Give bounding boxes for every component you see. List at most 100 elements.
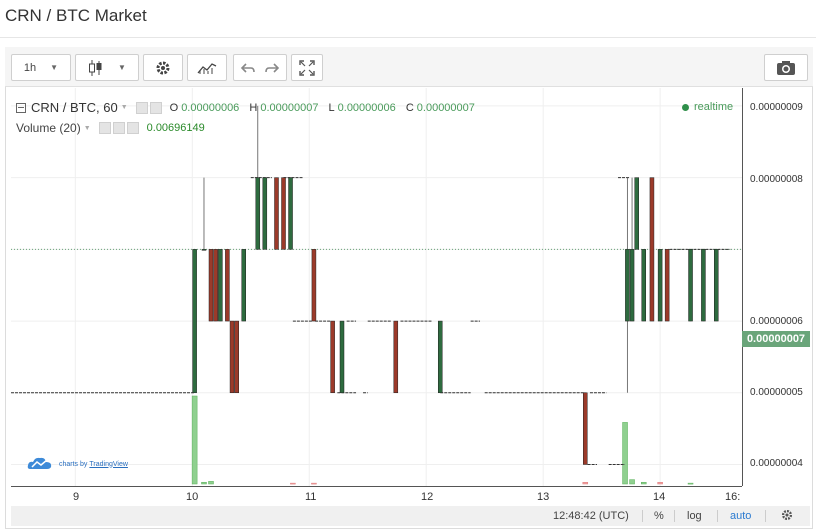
candle-body-down — [649, 177, 655, 322]
candle-body-up — [634, 177, 639, 250]
candle-body-down — [583, 392, 588, 465]
volume-bar — [201, 481, 207, 485]
candle-body-down — [229, 320, 235, 394]
candle-body-down — [281, 177, 286, 250]
volume-legend-actions — [98, 122, 139, 134]
price-tick-label: 0.00000004 — [750, 458, 803, 469]
chevron-down-icon: ▼ — [50, 63, 59, 72]
undo-icon[interactable] — [240, 62, 256, 74]
realtime-indicator: realtime — [682, 101, 733, 113]
high-label: H — [249, 101, 258, 114]
open-label: O — [169, 101, 179, 114]
chart-toolbar: 1h ▼ ▼ — [5, 47, 813, 87]
volume-bar — [622, 422, 628, 485]
candle-body-up — [255, 177, 261, 250]
chevron-down-icon[interactable]: ▼ — [121, 104, 128, 111]
time-tick-label: 10 — [186, 491, 199, 503]
settings-icon[interactable] — [112, 122, 125, 134]
eye-icon[interactable] — [135, 101, 148, 114]
time-tick-label: 12 — [421, 491, 434, 503]
candle-body-down — [311, 249, 317, 322]
redo-icon[interactable] — [264, 62, 280, 74]
candle-body-up — [657, 249, 663, 322]
tradingview-logo[interactable]: charts by TradingView — [27, 455, 128, 473]
volume-value: 0.00696149 — [146, 122, 205, 134]
low-value: 0.00000006 — [337, 101, 396, 114]
candle-body-up — [437, 320, 443, 394]
candle-body-down — [208, 249, 214, 322]
page-title: CRN / BTC Market — [5, 6, 147, 25]
log-toggle[interactable]: log — [687, 510, 702, 522]
eye-icon[interactable] — [98, 122, 111, 134]
time-tick-label: 16: — [725, 491, 741, 503]
chart-plot-area[interactable] — [11, 88, 742, 486]
symbol-label: CRN / BTC, 60 — [31, 100, 118, 115]
chart-statusbar: 12:48:42 (UTC) % log auto — [11, 506, 810, 526]
volume-bar — [290, 482, 296, 485]
close-label: C — [405, 101, 414, 114]
settings-icon[interactable] — [149, 101, 162, 114]
price-chart-svg — [11, 88, 742, 486]
time-tick-label: 13 — [537, 491, 550, 503]
current-price-tag: 0.00000007 — [742, 331, 810, 347]
gear-icon[interactable] — [780, 508, 794, 525]
candle-body-down — [274, 177, 279, 250]
candle-body-down — [225, 249, 230, 322]
branding-prefix: charts by — [59, 460, 88, 468]
close-value: 0.00000007 — [416, 101, 475, 114]
time-tick-label: 9 — [73, 491, 80, 503]
candle-body-up — [262, 177, 268, 250]
divider — [717, 510, 718, 522]
time-tick-label: 11 — [305, 491, 317, 503]
candle-body-down — [213, 249, 218, 322]
collapse-icon[interactable] — [16, 102, 26, 113]
candles-icon — [88, 59, 104, 77]
high-value: 0.00000007 — [260, 101, 319, 114]
time-axis[interactable]: 9 10 11 12 13 14 16: — [11, 486, 742, 506]
chevron-down-icon[interactable]: ▼ — [84, 125, 91, 132]
volume-bar — [629, 479, 635, 485]
volume-bar — [657, 481, 663, 485]
candle-body-down — [330, 320, 335, 394]
branding-link[interactable]: TradingView — [89, 461, 128, 468]
divider — [765, 510, 766, 522]
volume-bar — [191, 395, 198, 485]
time-tick-label: 14 — [653, 491, 666, 503]
candle-body-up — [688, 249, 693, 322]
close-icon[interactable] — [126, 122, 139, 134]
settings-button[interactable] — [143, 54, 183, 81]
interval-label: 1h — [23, 61, 37, 74]
candle-body-down — [234, 320, 239, 394]
low-label: L — [328, 101, 335, 114]
candle-body-up — [201, 249, 207, 251]
volume-bar — [687, 482, 694, 485]
interval-select[interactable]: 1h ▼ — [11, 54, 71, 81]
fullscreen-icon — [298, 59, 316, 77]
chart-style-select[interactable]: ▼ — [75, 54, 139, 81]
snapshot-button[interactable] — [764, 54, 808, 81]
candle-body-up — [192, 249, 197, 394]
volume-bar — [208, 481, 214, 485]
volume-bar — [582, 481, 589, 485]
ohlc-values: O 0.00000006 H 0.00000007 L 0.00000006 C 0.0… — [170, 102, 482, 114]
fullscreen-button[interactable] — [291, 54, 323, 81]
volume-label: Volume (20) — [16, 121, 81, 135]
price-tick-label: 0.00000005 — [750, 387, 803, 398]
realtime-label: realtime — [694, 101, 734, 113]
indicators-button[interactable] — [187, 54, 227, 81]
volume-legend: Volume (20) ▼ 0.00696149 — [16, 121, 205, 135]
candle-body-up — [629, 249, 635, 322]
chevron-down-icon: ▼ — [118, 63, 126, 72]
symbol-legend: CRN / BTC, 60 ▼ O 0.00000006 H 0.00000007 … — [16, 100, 482, 115]
candle-body-up — [625, 249, 630, 322]
clock-label: 12:48:42 (UTC) — [553, 510, 629, 522]
percent-toggle[interactable]: % — [654, 510, 664, 522]
divider — [642, 510, 643, 522]
indicators-icon — [197, 61, 217, 75]
auto-toggle[interactable]: auto — [730, 510, 751, 522]
price-axis[interactable]: 0.00000009 0.00000008 0.00000006 0.00000… — [742, 88, 810, 486]
price-tick-label: 0.00000009 — [750, 102, 803, 113]
candle-body-up — [241, 249, 247, 322]
divider — [674, 510, 675, 522]
candle-body-down — [393, 320, 399, 394]
